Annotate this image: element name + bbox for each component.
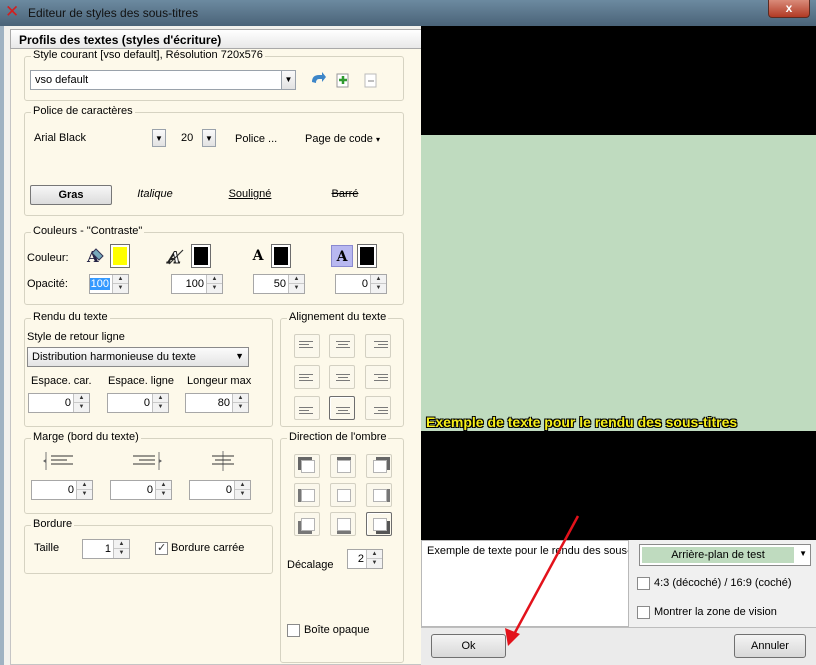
- annotation-arrow: [505, 515, 580, 646]
